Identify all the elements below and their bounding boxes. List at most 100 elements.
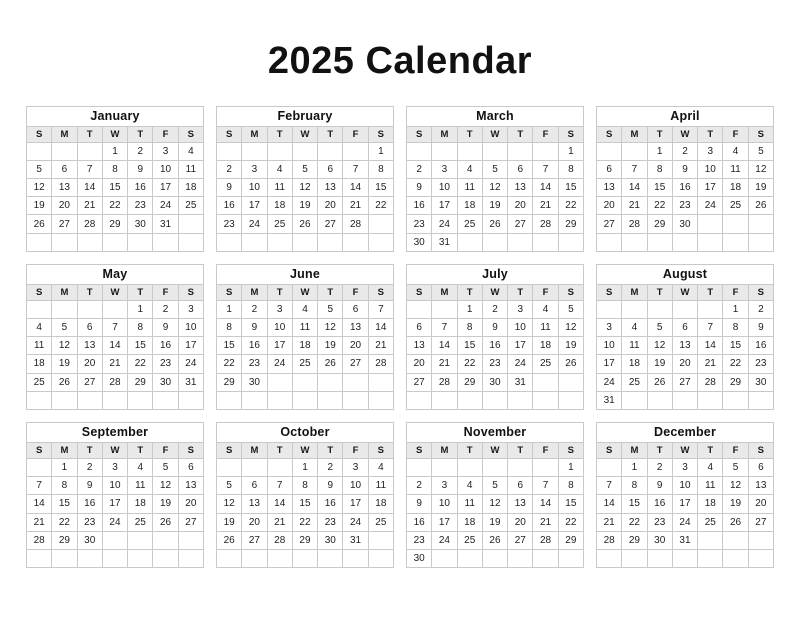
day-cell[interactable]: 24 — [101, 512, 129, 532]
day-cell[interactable]: 11 — [456, 494, 483, 514]
day-cell[interactable]: 11 — [722, 159, 749, 180]
day-cell[interactable]: 13 — [241, 494, 268, 514]
day-cell[interactable]: 12 — [722, 476, 749, 496]
day-cell[interactable]: 30 — [127, 214, 154, 234]
day-cell[interactable]: 31 — [671, 530, 699, 550]
day-cell[interactable]: 17 — [266, 336, 293, 356]
day-cell[interactable]: 13 — [51, 178, 78, 198]
day-cell[interactable]: 12 — [557, 317, 585, 338]
day-cell[interactable]: 4 — [25, 317, 53, 338]
day-cell[interactable]: 4 — [266, 159, 293, 180]
day-cell[interactable]: 21 — [431, 354, 458, 374]
day-cell[interactable]: 5 — [215, 476, 243, 496]
day-cell[interactable]: 21 — [532, 196, 559, 216]
day-cell[interactable]: 25 — [25, 372, 53, 392]
day-cell[interactable]: 17 — [342, 494, 369, 514]
day-cell[interactable]: 27 — [671, 372, 699, 392]
day-cell[interactable]: 8 — [51, 476, 78, 496]
day-cell[interactable]: 17 — [697, 178, 724, 198]
day-cell[interactable]: 23 — [76, 512, 103, 532]
day-cell[interactable]: 29 — [291, 530, 319, 550]
day-cell[interactable]: 9 — [481, 317, 509, 338]
day-cell[interactable]: 27 — [76, 372, 103, 392]
day-cell[interactable]: 3 — [507, 299, 534, 320]
day-cell[interactable]: 25 — [367, 512, 395, 532]
day-cell[interactable]: 8 — [367, 159, 395, 180]
day-cell[interactable]: 4 — [127, 457, 154, 478]
day-cell[interactable]: 15 — [722, 336, 749, 356]
day-cell[interactable]: 22 — [367, 196, 395, 216]
day-cell[interactable]: 10 — [671, 476, 699, 496]
day-cell[interactable]: 22 — [621, 512, 648, 532]
day-cell[interactable]: 9 — [76, 476, 103, 496]
day-cell[interactable]: 19 — [747, 178, 775, 198]
day-cell[interactable]: 12 — [215, 494, 243, 514]
day-cell[interactable]: 12 — [481, 178, 509, 198]
day-cell[interactable]: 20 — [76, 354, 103, 374]
day-cell[interactable]: 21 — [342, 196, 369, 216]
day-cell[interactable]: 19 — [215, 512, 243, 532]
day-cell[interactable]: 8 — [722, 317, 749, 338]
day-cell[interactable]: 9 — [405, 178, 433, 198]
day-cell[interactable]: 1 — [215, 299, 243, 320]
day-cell[interactable]: 26 — [481, 214, 509, 234]
day-cell[interactable]: 24 — [431, 530, 458, 550]
day-cell[interactable]: 19 — [481, 196, 509, 216]
day-cell[interactable]: 6 — [747, 457, 775, 478]
day-cell[interactable]: 8 — [646, 159, 673, 180]
day-cell[interactable]: 13 — [747, 476, 775, 496]
day-cell[interactable]: 1 — [51, 457, 78, 478]
day-cell[interactable]: 18 — [367, 494, 395, 514]
day-cell[interactable]: 2 — [646, 457, 673, 478]
day-cell[interactable]: 12 — [646, 336, 673, 356]
day-cell[interactable]: 24 — [152, 196, 179, 216]
day-cell[interactable]: 29 — [621, 530, 648, 550]
day-cell[interactable]: 27 — [51, 214, 78, 234]
day-cell[interactable]: 31 — [595, 390, 623, 410]
day-cell[interactable]: 26 — [291, 214, 319, 234]
day-cell[interactable]: 25 — [456, 214, 483, 234]
day-cell[interactable]: 7 — [342, 159, 369, 180]
day-cell[interactable]: 2 — [405, 476, 433, 496]
day-cell[interactable]: 24 — [507, 354, 534, 374]
day-cell[interactable]: 19 — [646, 354, 673, 374]
day-cell[interactable]: 21 — [595, 512, 623, 532]
day-cell[interactable]: 9 — [215, 178, 243, 198]
day-cell[interactable]: 19 — [722, 494, 749, 514]
day-cell[interactable]: 10 — [595, 336, 623, 356]
day-cell[interactable]: 27 — [405, 372, 433, 392]
day-cell[interactable]: 12 — [152, 476, 179, 496]
day-cell[interactable]: 2 — [127, 141, 154, 161]
day-cell[interactable]: 1 — [101, 141, 129, 161]
day-cell[interactable]: 15 — [557, 178, 585, 198]
day-cell[interactable]: 19 — [317, 336, 344, 356]
day-cell[interactable]: 30 — [747, 372, 775, 392]
day-cell[interactable]: 11 — [532, 317, 559, 338]
day-cell[interactable]: 18 — [621, 354, 648, 374]
day-cell[interactable]: 7 — [532, 476, 559, 496]
day-cell[interactable]: 31 — [152, 214, 179, 234]
day-cell[interactable]: 12 — [481, 494, 509, 514]
day-cell[interactable]: 13 — [76, 336, 103, 356]
day-cell[interactable]: 24 — [241, 214, 268, 234]
day-cell[interactable]: 27 — [507, 530, 534, 550]
day-cell[interactable]: 25 — [697, 512, 724, 532]
day-cell[interactable]: 5 — [291, 159, 319, 180]
day-cell[interactable]: 12 — [747, 159, 775, 180]
day-cell[interactable]: 6 — [671, 317, 699, 338]
day-cell[interactable]: 4 — [291, 299, 319, 320]
day-cell[interactable]: 22 — [557, 196, 585, 216]
day-cell[interactable]: 5 — [25, 159, 53, 180]
day-cell[interactable]: 23 — [127, 196, 154, 216]
day-cell[interactable]: 23 — [747, 354, 775, 374]
day-cell[interactable]: 26 — [722, 512, 749, 532]
day-cell[interactable]: 3 — [671, 457, 699, 478]
day-cell[interactable]: 18 — [722, 178, 749, 198]
day-cell[interactable]: 31 — [177, 372, 205, 392]
day-cell[interactable]: 17 — [431, 196, 458, 216]
day-cell[interactable]: 3 — [431, 159, 458, 180]
day-cell[interactable]: 26 — [481, 530, 509, 550]
day-cell[interactable]: 8 — [557, 476, 585, 496]
day-cell[interactable]: 5 — [481, 159, 509, 180]
day-cell[interactable]: 10 — [101, 476, 129, 496]
